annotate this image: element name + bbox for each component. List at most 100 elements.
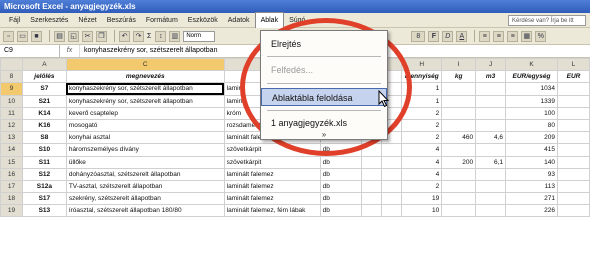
print-icon[interactable]: ▤ xyxy=(54,30,65,42)
cell-k[interactable]: 113 xyxy=(505,179,558,194)
cell-j[interactable]: 6,1 xyxy=(475,155,507,169)
row-number[interactable]: 12 xyxy=(0,118,23,133)
cell-g[interactable] xyxy=(381,179,403,194)
menu-item-hide[interactable]: Elrejtés xyxy=(261,35,387,53)
cell-j[interactable] xyxy=(475,106,507,120)
save-icon[interactable]: ■ xyxy=(31,30,42,42)
cell-h[interactable]: 1 xyxy=(401,94,443,108)
menu-help[interactable]: Súgó xyxy=(284,13,310,28)
cell-c[interactable]: konyhai asztal xyxy=(65,131,225,145)
column-header-c[interactable]: C xyxy=(65,58,225,72)
cell-c[interactable]: megnevezés xyxy=(65,70,225,84)
cell-k[interactable]: EUR/egység xyxy=(505,70,558,84)
cell-i[interactable] xyxy=(441,82,477,96)
cell-l[interactable] xyxy=(556,106,590,120)
cell-e[interactable]: db xyxy=(319,192,363,206)
cell-j[interactable]: m3 xyxy=(475,70,507,84)
cell-l[interactable] xyxy=(556,94,590,108)
row-number[interactable]: 18 xyxy=(0,192,23,206)
cell-b[interactable]: S10 xyxy=(21,143,67,157)
row-number[interactable]: 17 xyxy=(0,179,23,194)
cell-b[interactable]: K14 xyxy=(21,106,67,120)
column-header-k[interactable]: K xyxy=(505,58,558,72)
cell-h[interactable]: 2 xyxy=(401,106,443,120)
cell-i[interactable] xyxy=(441,106,477,120)
cell-i[interactable] xyxy=(441,179,477,194)
cell-l[interactable] xyxy=(556,143,590,157)
cell-i[interactable]: kg xyxy=(441,70,477,84)
help-search-input[interactable]: Kérdése van? Írja be itt xyxy=(508,15,586,26)
menu-tools[interactable]: Eszközök xyxy=(183,13,223,28)
cell-b[interactable]: S12a xyxy=(21,179,67,194)
cell-d[interactable]: szövetkárpit xyxy=(223,143,321,157)
row-number[interactable]: 13 xyxy=(0,131,23,145)
cell-c[interactable]: konyhaszekrény sor, szétszerelt állapotb… xyxy=(65,94,225,108)
cell-i[interactable]: 460 xyxy=(441,131,477,145)
cell-h[interactable]: 19 xyxy=(401,192,443,206)
cell-h[interactable]: mennyiség xyxy=(401,70,443,84)
cell-b[interactable]: S7 xyxy=(21,82,67,96)
align-center-icon[interactable]: ≡ xyxy=(493,30,505,42)
cell-j[interactable] xyxy=(475,118,507,133)
cell-c[interactable]: keverő csaptelep xyxy=(65,106,225,120)
cell-l[interactable] xyxy=(556,131,590,145)
cell-b[interactable]: S12 xyxy=(21,167,67,181)
cell-b[interactable]: S11 xyxy=(21,155,67,169)
cell-g[interactable] xyxy=(381,204,403,218)
cell-f[interactable] xyxy=(361,179,383,194)
cell-l[interactable] xyxy=(556,155,590,169)
cell-l[interactable] xyxy=(556,192,590,206)
cell-h[interactable]: 2 xyxy=(401,118,443,133)
chart-icon[interactable]: ▥ xyxy=(169,30,181,42)
cell-k[interactable]: 1034 xyxy=(505,82,558,96)
cell-c[interactable]: íróasztal, szétszerelt állapotban 180/80 xyxy=(65,204,225,218)
font-size-select[interactable]: 8 xyxy=(411,30,426,42)
cut-icon[interactable]: ✂ xyxy=(82,30,93,42)
cell-j[interactable] xyxy=(475,204,507,218)
cell-l[interactable]: EUR xyxy=(556,70,590,84)
redo-icon[interactable]: ↷ xyxy=(133,30,144,42)
cell-h[interactable]: 2 xyxy=(401,179,443,194)
cell-d[interactable]: laminált falemez xyxy=(223,192,321,206)
cell-l[interactable] xyxy=(556,167,590,181)
bold-button[interactable]: F xyxy=(428,30,440,42)
cell-c[interactable]: TV-asztal, szétszerelt állapotban xyxy=(65,179,225,194)
style-select[interactable]: Norm xyxy=(183,30,216,42)
cell-j[interactable]: 4,6 xyxy=(475,131,507,145)
formula-input[interactable]: konyhaszekrény sor, szétszerelt állapotb… xyxy=(80,45,217,57)
cell-c[interactable]: üllőke xyxy=(65,155,225,169)
cell-k[interactable]: 140 xyxy=(505,155,558,169)
cell-g[interactable] xyxy=(381,155,403,169)
align-left-icon[interactable]: ≡ xyxy=(479,30,491,42)
align-right-icon[interactable]: ≡ xyxy=(507,30,519,42)
cell-h[interactable]: 1 xyxy=(401,82,443,96)
row-number[interactable]: 10 xyxy=(0,94,23,108)
cell-l[interactable] xyxy=(556,82,590,96)
autosum-button[interactable]: Σ xyxy=(147,33,151,40)
cell-i[interactable] xyxy=(441,167,477,181)
column-header-h[interactable]: H xyxy=(401,58,443,72)
menu-window[interactable]: Ablak xyxy=(254,11,285,29)
column-header-j[interactable]: J xyxy=(475,58,507,72)
cell-g[interactable] xyxy=(381,167,403,181)
cell-f[interactable] xyxy=(361,167,383,181)
cell-c[interactable]: dohányzóasztal, szétszerelt állapotban xyxy=(65,167,225,181)
cell-h[interactable]: 10 xyxy=(401,204,443,218)
cell-j[interactable] xyxy=(475,192,507,206)
cell-d[interactable]: laminált falemez, fém lábak xyxy=(223,204,321,218)
cell-j[interactable] xyxy=(475,82,507,96)
column-header-l[interactable]: L xyxy=(556,58,590,72)
cell-k[interactable]: 1339 xyxy=(505,94,558,108)
menu-data[interactable]: Adatok xyxy=(223,13,255,28)
cell-f[interactable] xyxy=(361,155,383,169)
italic-button[interactable]: D xyxy=(442,30,454,42)
cell-c[interactable]: háromszemélyes dívány xyxy=(65,143,225,157)
cell-j[interactable] xyxy=(475,143,507,157)
row-number[interactable]: 15 xyxy=(0,155,23,169)
cell-h[interactable]: 4 xyxy=(401,143,443,157)
name-box[interactable]: C9 xyxy=(0,45,60,57)
cell-e[interactable]: db xyxy=(319,155,363,169)
row-number[interactable]: 9 xyxy=(0,82,23,96)
menu-insert[interactable]: Beszúrás xyxy=(102,13,141,28)
cell-j[interactable] xyxy=(475,167,507,181)
